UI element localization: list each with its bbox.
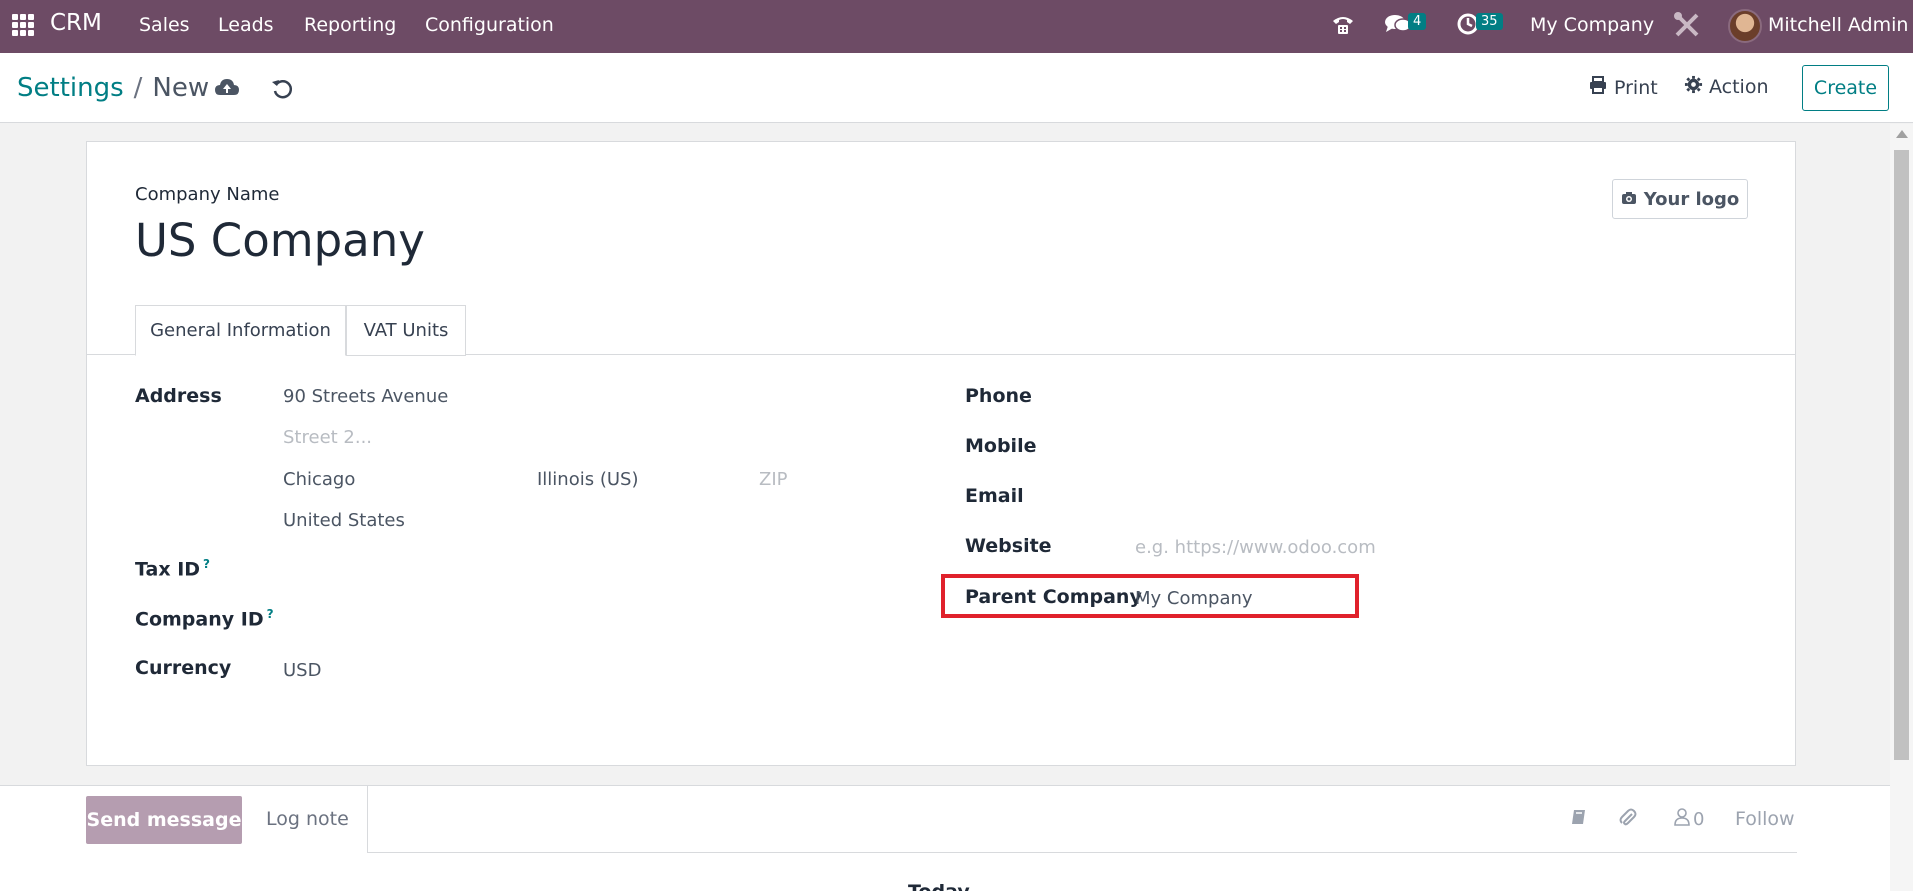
follow-button[interactable]: Follow [1735,808,1795,830]
form-tabs: General Information VAT Units [87,305,1795,356]
company-switcher[interactable]: My Company [1530,14,1654,36]
breadcrumb-settings[interactable]: Settings [17,73,124,103]
website-field[interactable]: e.g. https://www.odoo.com [1135,537,1376,558]
app-brand[interactable]: CRM [50,10,102,36]
tax-id-label-text: Tax ID [135,558,201,581]
activities-badge: 35 [1476,13,1503,30]
zip-field[interactable]: ZIP [759,469,788,490]
followers-count: 0 [1693,809,1705,830]
tax-id-label: Tax ID? [135,557,210,580]
followers-button[interactable]: 0 [1674,808,1704,831]
street2-field[interactable]: Street 2... [283,427,372,448]
country-field[interactable]: United States [283,510,405,531]
phone-label: Phone [965,385,1032,407]
scroll-up-arrow-icon[interactable] [1896,130,1908,138]
print-icon [1588,75,1608,100]
print-label: Print [1614,76,1658,99]
menu-leads[interactable]: Leads [218,14,274,36]
book-icon[interactable] [1570,808,1588,831]
create-button[interactable]: Create [1802,65,1889,111]
currency-label: Currency [135,657,232,679]
your-logo-button[interactable]: Your logo [1612,179,1748,219]
action-button[interactable]: Action [1684,75,1769,99]
email-label: Email [965,485,1024,507]
tools-icon[interactable] [1672,10,1702,40]
chatter: Send message Log note 0 Follow Today [0,785,1890,891]
chatter-divider-line [367,852,1797,853]
date-separator: Today [908,881,970,891]
user-icon [1674,808,1690,831]
city-field[interactable]: Chicago [283,469,355,490]
mobile-label: Mobile [965,435,1037,457]
company-id-label: Company ID? [135,607,274,630]
page-scrollbar[interactable] [1890,124,1913,891]
street-field[interactable]: 90 Streets Avenue [283,386,448,407]
camera-icon [1621,189,1637,210]
action-label: Action [1709,76,1769,98]
gear-icon [1684,75,1703,99]
tab-vat-units[interactable]: VAT Units [346,305,466,356]
state-field[interactable]: Illinois (US) [537,469,638,490]
send-message-button[interactable]: Send message [86,796,242,844]
scroll-thumb[interactable] [1894,150,1909,760]
company-name-field[interactable]: US Company [135,214,425,267]
menu-configuration[interactable]: Configuration [425,14,554,36]
phone-icon[interactable] [1330,12,1356,38]
website-label: Website [965,535,1052,557]
discard-icon[interactable] [270,77,296,103]
top-navbar: CRM Sales Leads Reporting Configuration … [0,0,1913,53]
currency-field[interactable]: USD [283,660,321,681]
menu-reporting[interactable]: Reporting [304,14,396,36]
messages-button[interactable]: 4 [1384,12,1427,41]
breadcrumb-separator: / [133,73,143,103]
log-note-button[interactable]: Log note [266,808,349,830]
apps-grid-icon[interactable] [12,14,34,36]
company-name-label: Company Name [135,184,280,205]
messages-badge: 4 [1408,13,1427,30]
company-id-help[interactable]: ? [267,607,274,621]
tab-general-information[interactable]: General Information [135,305,346,356]
tax-id-help[interactable]: ? [203,557,210,571]
parent-company-highlight [941,574,1359,618]
activities-button[interactable]: 35 [1456,12,1503,41]
print-button[interactable]: Print [1588,75,1658,100]
form-sheet: Company Name US Company Your logo Genera… [86,141,1796,766]
address-label: Address [135,385,222,407]
company-id-label-text: Company ID [135,608,264,631]
user-menu[interactable]: Mitchell Admin [1768,14,1908,36]
user-avatar[interactable] [1728,9,1762,43]
menu-sales[interactable]: Sales [139,14,190,36]
breadcrumb-current: New [152,73,210,103]
breadcrumb: Settings / New [17,73,209,103]
paperclip-icon[interactable] [1618,808,1638,833]
chatter-divider [367,786,368,852]
control-panel: Settings / New Print Action Create [0,53,1913,123]
your-logo-label: Your logo [1643,188,1740,210]
cloud-upload-icon[interactable] [214,77,240,103]
